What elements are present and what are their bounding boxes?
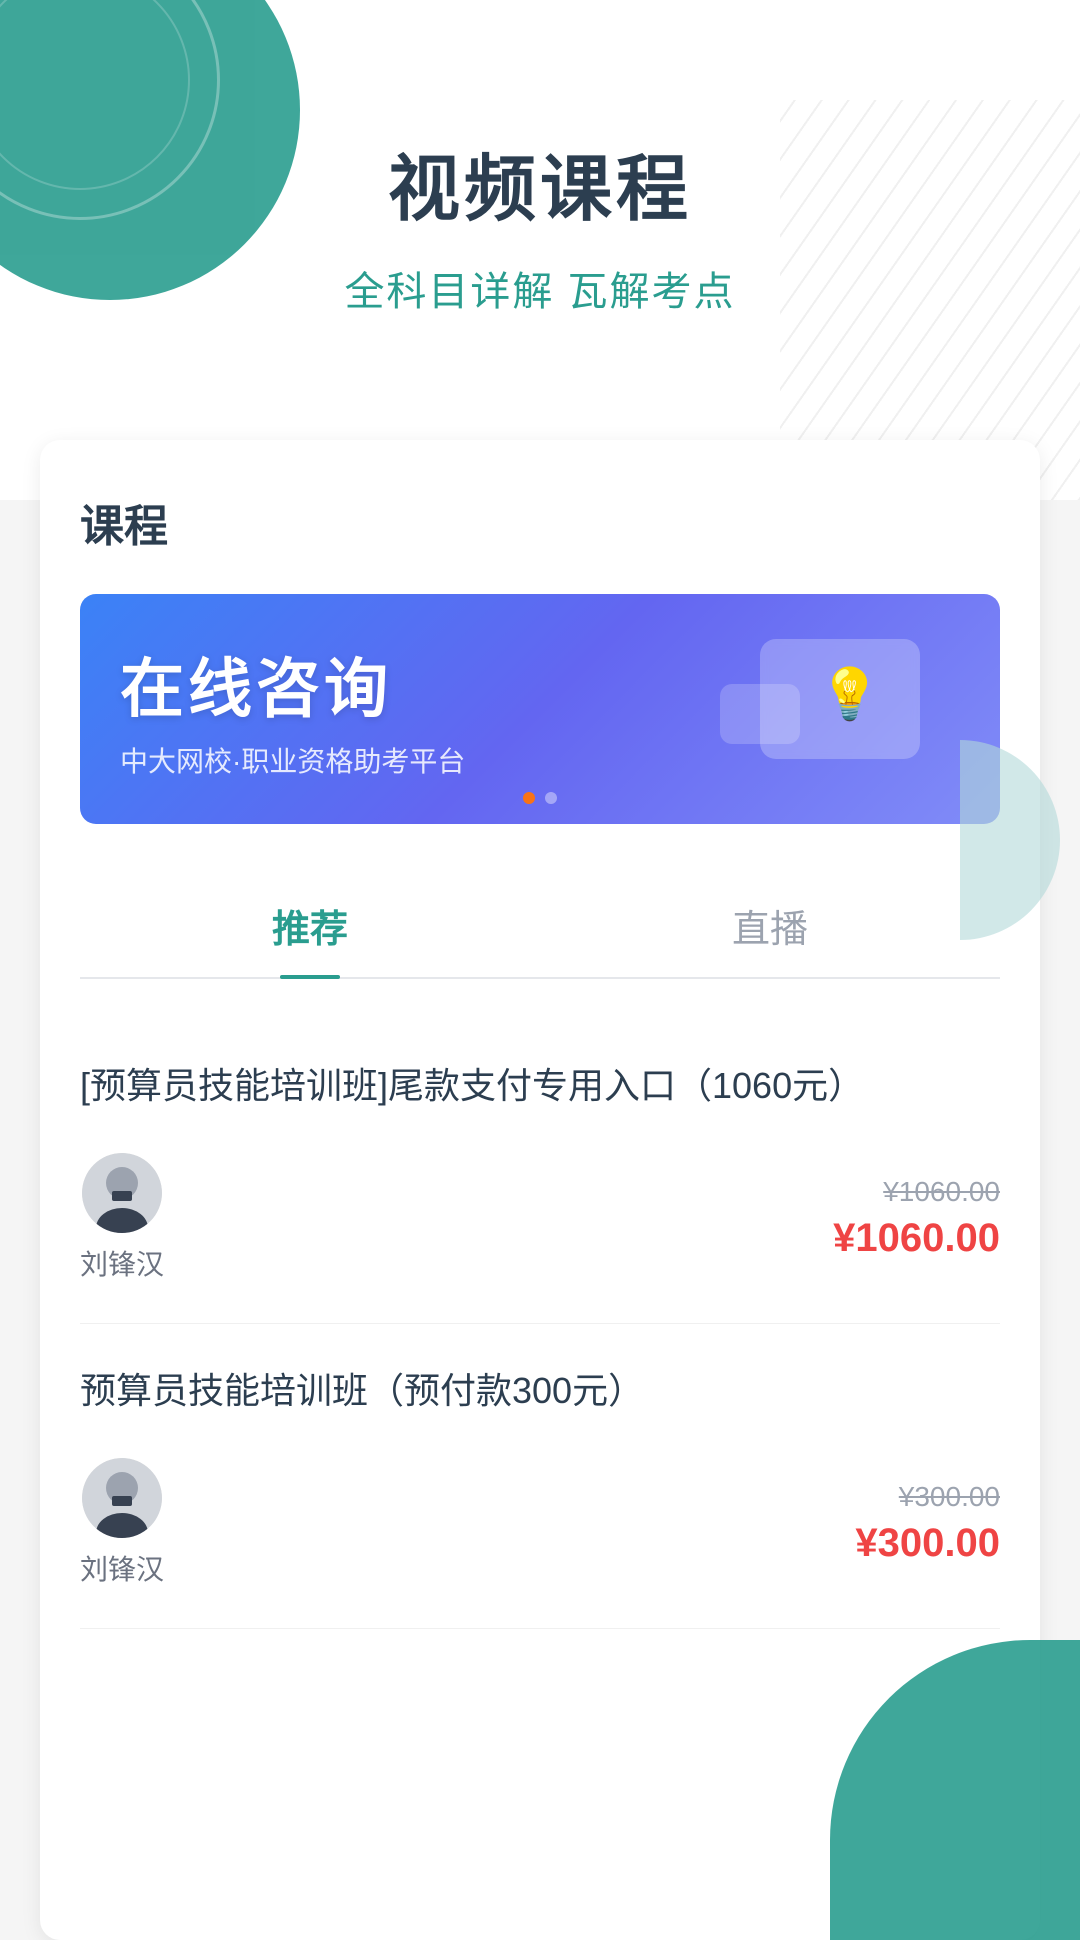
teacher-name: 刘锋汉 <box>80 1243 164 1283</box>
current-price: ¥1060.00 <box>833 1216 1000 1261</box>
section-title: 课程 <box>80 490 1000 554</box>
course-item[interactable]: 预算员技能培训班（预付款300元） 刘锋汉 ¥300.00 <box>80 1324 1000 1629</box>
avatar-svg <box>82 1153 162 1233</box>
original-price: ¥300.00 <box>899 1481 1000 1513</box>
page-subtitle: 全科目详解 瓦解考点 <box>0 259 1080 317</box>
teacher-info: 刘锋汉 <box>80 1458 164 1588</box>
course-meta: 刘锋汉 ¥1060.00 ¥1060.00 <box>80 1153 1000 1283</box>
avatar-svg <box>82 1458 162 1538</box>
price-block: ¥300.00 ¥300.00 <box>855 1481 1000 1566</box>
avatar <box>82 1458 162 1538</box>
teacher-info: 刘锋汉 <box>80 1153 164 1283</box>
course-item[interactable]: [预算员技能培训班]尾款支付专用入口（1060元） 刘锋汉 ¥1060.00 <box>80 1019 1000 1324</box>
course-meta: 刘锋汉 ¥300.00 ¥300.00 <box>80 1458 1000 1588</box>
banner-sub-text: 中大网校·职业资格助考平台 <box>120 740 960 780</box>
course-tabs: 推荐 直播 <box>80 874 1000 979</box>
dot-2 <box>545 792 557 804</box>
course-title: [预算员技能培训班]尾款支付专用入口（1060元） <box>80 1059 1000 1113</box>
original-price: ¥1060.00 <box>883 1176 1000 1208</box>
hero-text-block: 视频课程 全科目详解 瓦解考点 <box>0 130 1080 317</box>
current-price: ¥300.00 <box>855 1521 1000 1566</box>
avatar <box>82 1153 162 1233</box>
hero-section: 视频课程 全科目详解 瓦解考点 <box>0 0 1080 500</box>
course-title: 预算员技能培训班（预付款300元） <box>80 1364 1000 1418</box>
course-list: [预算员技能培训班]尾款支付专用入口（1060元） 刘锋汉 ¥1060.00 <box>80 1019 1000 1629</box>
banner-text: 在线咨询 中大网校·职业资格助考平台 <box>120 638 960 780</box>
price-block: ¥1060.00 ¥1060.00 <box>833 1176 1000 1261</box>
page-title: 视频课程 <box>0 130 1080 235</box>
promo-banner[interactable]: 在线咨询 中大网校·职业资格助考平台 💡 <box>80 594 1000 824</box>
tab-recommend[interactable]: 推荐 <box>80 874 540 977</box>
teacher-name: 刘锋汉 <box>80 1548 164 1588</box>
banner-main-text: 在线咨询 <box>120 638 960 730</box>
banner-dot-indicator <box>523 792 557 804</box>
teal-arc-decoration <box>960 740 1060 940</box>
dot-1 <box>523 792 535 804</box>
tab-live[interactable]: 直播 <box>540 874 1000 977</box>
